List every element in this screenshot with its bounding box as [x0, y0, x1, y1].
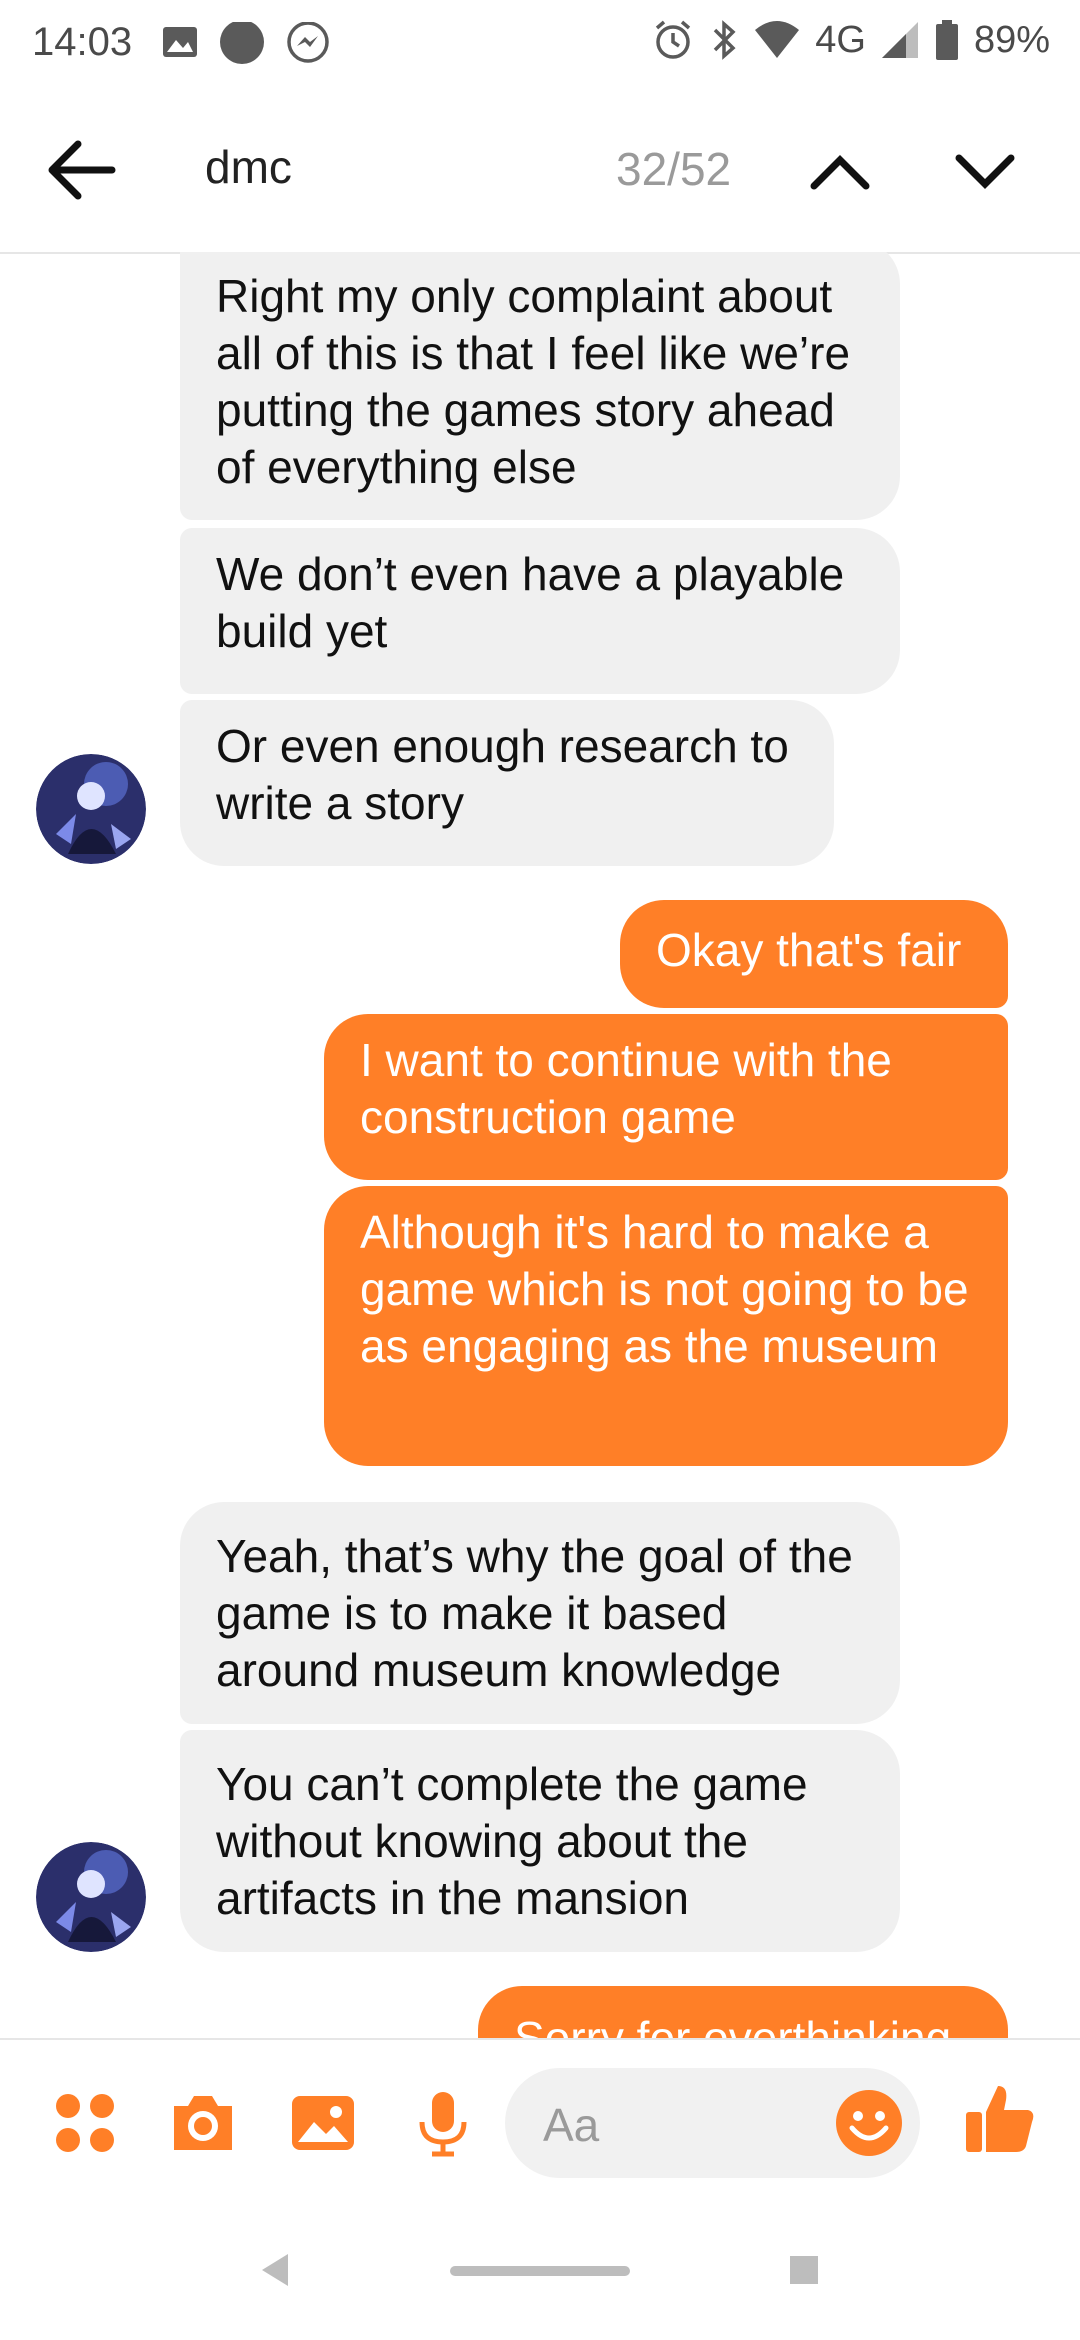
message-bubble-outgoing[interactable]: Although it's hard to make a game which …: [324, 1186, 1008, 1466]
avatar-image: [36, 1842, 146, 1952]
message-input[interactable]: Aa: [505, 2068, 920, 2178]
thumbs-up-icon[interactable]: [962, 2080, 1038, 2156]
message-bubble-incoming[interactable]: You can’t complete the game without know…: [180, 1730, 900, 1952]
back-nav-icon[interactable]: [258, 2252, 292, 2288]
chevron-up-icon[interactable]: [800, 132, 880, 212]
message-bubble-incoming[interactable]: Yeah, that’s why the goal of the game is…: [180, 1502, 900, 1724]
smiley-icon[interactable]: [834, 2088, 904, 2158]
battery-icon: [935, 20, 958, 60]
battery-percent: 89%: [973, 18, 1050, 61]
home-pill[interactable]: [450, 2266, 630, 2276]
wifi-icon: [755, 21, 800, 58]
record-dot-icon: [220, 22, 264, 64]
network-type: 4G: [815, 18, 866, 61]
message-bubble-outgoing[interactable]: Okay that's fair: [620, 900, 1008, 1008]
microphone-icon[interactable]: [408, 2088, 478, 2158]
contact-avatar[interactable]: [36, 1842, 146, 1952]
gallery-icon[interactable]: [288, 2088, 358, 2158]
menu-dots-icon[interactable]: [50, 2088, 120, 2158]
message-bubble-outgoing[interactable]: Sorry for overthinking: [478, 1986, 1008, 2038]
search-header: dmc 32/52: [0, 90, 1080, 254]
status-time: 14:03: [32, 20, 133, 64]
search-term[interactable]: dmc: [205, 140, 292, 194]
bluetooth-icon: [713, 20, 736, 60]
back-arrow-icon[interactable]: [40, 130, 120, 210]
message-bubble-outgoing[interactable]: I want to continue with the construction…: [324, 1014, 1008, 1180]
alarm-icon: [656, 20, 691, 59]
match-counter: 32/52: [616, 143, 732, 195]
recents-icon[interactable]: [790, 2256, 818, 2284]
system-nav-bar: [0, 2198, 1080, 2340]
message-list[interactable]: Right my only complaint about all of thi…: [0, 252, 1080, 2038]
signal-icon: [881, 22, 918, 58]
chevron-down-icon[interactable]: [945, 132, 1025, 212]
message-placeholder: Aa: [543, 2099, 600, 2151]
message-bubble-incoming[interactable]: Right my only complaint about all of thi…: [180, 252, 900, 520]
message-bubble-incoming[interactable]: Or even enough research to write a story: [180, 700, 834, 866]
composer-bar: Aa: [0, 2038, 1080, 2200]
contact-avatar[interactable]: [36, 754, 146, 864]
camera-icon[interactable]: [168, 2088, 238, 2158]
avatar-image: [36, 754, 146, 864]
messenger-icon: [287, 22, 329, 63]
message-bubble-incoming[interactable]: We don’t even have a playable build yet: [180, 528, 900, 694]
image-notification-icon: [163, 27, 197, 57]
status-bar: 14:03 4G 89%: [0, 0, 1080, 90]
